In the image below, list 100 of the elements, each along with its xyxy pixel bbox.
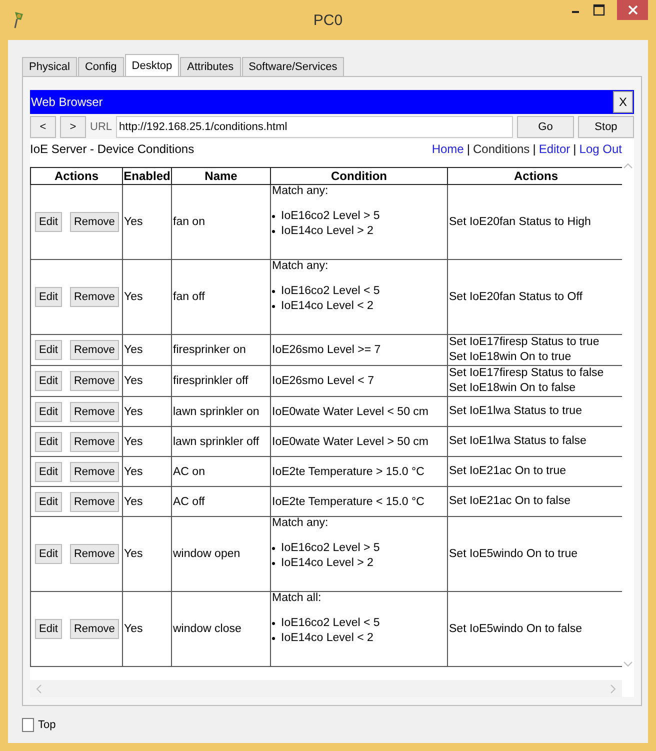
- tab[interactable]: Config: [78, 57, 124, 76]
- edit-button[interactable]: Edit: [35, 287, 62, 307]
- table-cell: Yes: [122, 516, 172, 592]
- bullet-icon: [272, 637, 275, 640]
- separator: |: [532, 142, 536, 156]
- condition-item: IoE14co Level < 2: [281, 299, 374, 314]
- table-cell: Yes: [122, 260, 172, 334]
- remove-button[interactable]: Remove: [70, 402, 119, 422]
- remove-button[interactable]: Remove: [70, 212, 119, 232]
- remove-button[interactable]: Remove: [70, 462, 119, 482]
- scroll-up-icon[interactable]: [623, 163, 633, 169]
- bullet-icon: [272, 290, 275, 293]
- table-cell: window close: [172, 592, 270, 666]
- table-cell: lawn sprinkler off: [172, 426, 270, 456]
- checkbox-label: Top: [38, 719, 56, 731]
- table-cell: AC off: [172, 486, 270, 516]
- go-button[interactable]: Go: [517, 116, 574, 138]
- table-cell: IoE0wate Water Level < 50 cm: [270, 396, 448, 426]
- action-line: Set IoE17firesp Status to false: [449, 366, 605, 381]
- window-title: PC0: [313, 12, 343, 28]
- maximize-icon[interactable]: [593, 4, 605, 16]
- bullet-icon: [272, 562, 275, 565]
- action-line: Set IoE5windo On to false: [449, 622, 583, 636]
- match-label: Match any:: [272, 517, 330, 529]
- forward-button[interactable]: >: [60, 116, 86, 138]
- condition-item: IoE14co Level < 2: [281, 631, 374, 646]
- edit-button[interactable]: Edit: [35, 544, 62, 564]
- checkbox[interactable]: [22, 718, 34, 732]
- nav-link[interactable]: Editor: [538, 142, 570, 156]
- action-line: Set IoE18win On to false: [449, 381, 577, 396]
- action-line: Set IoE20fan Status to Off: [449, 290, 584, 304]
- stop-button[interactable]: Stop: [578, 116, 634, 138]
- back-button[interactable]: <: [30, 116, 56, 138]
- remove-button[interactable]: Remove: [70, 492, 119, 512]
- tab[interactable]: Physical: [22, 57, 77, 76]
- column-header: Actions: [30, 168, 122, 184]
- url-label: URL: [90, 121, 112, 133]
- table-cell: firesprinkler off: [172, 366, 270, 396]
- close-icon: [628, 5, 638, 15]
- table-cell: IoE26smo Level < 7: [270, 366, 448, 396]
- scroll-down-icon[interactable]: [623, 661, 633, 667]
- table-cell: IoE2te Temperature < 15.0 °C: [270, 486, 448, 516]
- browser-title: Web Browser: [31, 95, 103, 109]
- edit-button[interactable]: Edit: [35, 212, 62, 232]
- table-cell: firesprinker on: [172, 334, 270, 366]
- table-cell: Yes: [122, 486, 172, 516]
- tab[interactable]: Software/Services: [242, 57, 344, 76]
- separator: |: [573, 142, 576, 156]
- table-cell: fan on: [172, 184, 270, 260]
- edit-button[interactable]: Edit: [35, 492, 62, 512]
- remove-button[interactable]: Remove: [70, 287, 119, 307]
- close-button[interactable]: [617, 0, 648, 20]
- table-cell: Yes: [122, 592, 172, 666]
- app-icon: [12, 11, 26, 29]
- table-cell: IoE0wate Water Level > 50 cm: [270, 426, 448, 456]
- edit-button[interactable]: Edit: [35, 402, 62, 422]
- condition-item: IoE16co2 Level < 5: [281, 616, 380, 631]
- bullet-icon: [272, 215, 275, 218]
- edit-button[interactable]: Edit: [35, 432, 62, 452]
- remove-button[interactable]: Remove: [70, 544, 119, 564]
- tab[interactable]: Desktop: [124, 54, 180, 76]
- table-cell: IoE26smo Level >= 7: [270, 334, 448, 366]
- column-header: Condition: [270, 168, 448, 184]
- action-line: Set IoE5windo On to true: [449, 546, 578, 562]
- tab[interactable]: Attributes: [180, 57, 241, 76]
- table-cell: window open: [172, 516, 270, 592]
- nav-link[interactable]: Conditions: [472, 142, 530, 156]
- action-line: Set IoE1lwa Status to false: [449, 434, 588, 449]
- condition-item: IoE14co Level > 2: [281, 556, 374, 571]
- condition-item: IoE16co2 Level < 5: [281, 284, 380, 299]
- column-header: Name: [172, 168, 270, 184]
- bullet-icon: [272, 622, 275, 625]
- match-label: Match any:: [272, 260, 330, 272]
- remove-button[interactable]: Remove: [70, 340, 119, 360]
- remove-button[interactable]: Remove: [70, 371, 119, 391]
- edit-button[interactable]: Edit: [35, 340, 62, 360]
- url-field[interactable]: http://192.168.25.1/conditions.html: [116, 116, 513, 138]
- edit-button[interactable]: Edit: [35, 462, 62, 482]
- bullet-icon: [272, 547, 275, 550]
- table-cell: fan off: [172, 260, 270, 334]
- separator: |: [466, 142, 470, 156]
- action-line: Set IoE21ac On to true: [449, 464, 567, 479]
- close-button[interactable]: X: [613, 91, 633, 113]
- action-line: Set IoE17firesp Status to true: [449, 335, 600, 350]
- scroll-right-icon[interactable]: [610, 684, 616, 694]
- scroll-left-icon[interactable]: [36, 684, 42, 694]
- action-line: Set IoE18win On to true: [449, 350, 572, 365]
- remove-button[interactable]: Remove: [70, 619, 119, 639]
- condition-item: IoE16co2 Level > 5: [281, 541, 380, 556]
- action-line: Set IoE20fan Status to High: [449, 214, 592, 230]
- nav-link[interactable]: Home: [432, 142, 464, 156]
- edit-button[interactable]: Edit: [35, 619, 62, 639]
- page-heading: IoE Server - Device Conditions: [30, 142, 194, 156]
- action-line: Set IoE1lwa Status to true: [449, 404, 583, 419]
- match-label: Match all:: [272, 592, 322, 604]
- table-cell: IoE2te Temperature > 15.0 °C: [270, 456, 448, 486]
- nav-link[interactable]: Log Out: [579, 142, 622, 156]
- match-label: Match any:: [272, 185, 330, 197]
- remove-button[interactable]: Remove: [70, 432, 119, 452]
- edit-button[interactable]: Edit: [35, 371, 62, 391]
